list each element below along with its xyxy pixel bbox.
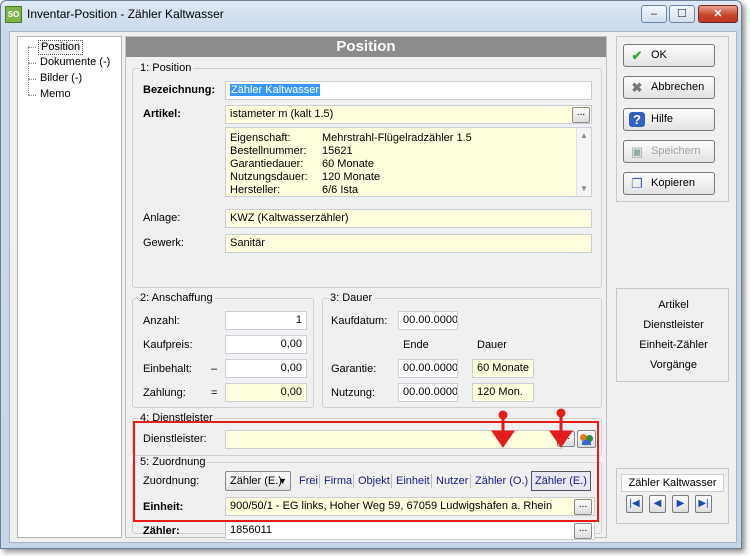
info-value: 15621 <box>322 145 353 157</box>
panel-header: Position <box>126 37 606 57</box>
kaufdatum-label: Kaufdatum: <box>331 315 388 327</box>
anlage-label: Anlage: <box>143 212 181 224</box>
info-key: Nutzungsdauer: <box>230 171 308 183</box>
ende-column-header: Ende <box>403 339 429 351</box>
info-value: Mehrstrahl-Flügelradzähler 1.5 <box>322 132 472 144</box>
gewerk-label: Gewerk: <box>143 237 184 249</box>
copy-icon: ❐ <box>631 176 643 191</box>
info-key: Hersteller: <box>230 184 281 196</box>
next-record-button[interactable]: ▶ <box>672 495 689 513</box>
artikel-field: istameter m (kalt 1.5) <box>225 105 592 124</box>
group-dauer-label: 3: Dauer <box>328 292 375 304</box>
garantie-dauer-field: 60 Monate <box>472 359 534 378</box>
group-anschaffung-label: 2: Anschaffung <box>138 292 215 304</box>
tree-item-position[interactable]: Position <box>38 40 84 55</box>
zaehler-browse-button[interactable]: ... <box>574 523 592 539</box>
cancel-icon: ✖ <box>631 80 643 95</box>
speichern-button[interactable]: ▣ Speichern <box>623 140 715 163</box>
link-einheit-zaehler[interactable]: Einheit-Zähler <box>617 339 730 351</box>
artikel-info-box: Eigenschaft: Mehrstrahl-Flügelradzähler … <box>225 127 592 197</box>
kopieren-button[interactable]: ❐ Kopieren <box>623 172 715 195</box>
tree-connector <box>28 46 29 95</box>
ok-label: OK <box>651 49 667 61</box>
minimize-button[interactable]: – <box>641 5 667 23</box>
anzahl-label: Anzahl: <box>143 315 180 327</box>
artikel-label: Artikel: <box>143 108 181 120</box>
artikel-browse-button[interactable]: ... <box>572 107 590 123</box>
scroll-down-icon[interactable]: ▼ <box>580 184 588 193</box>
zaehler-label: Zähler: <box>143 525 180 537</box>
tree-branch <box>28 47 36 48</box>
app-window: SO Inventar-Position - Zähler Kaltwasser… <box>0 0 742 549</box>
nutzung-label: Nutzung: <box>331 387 376 399</box>
garantie-ende-input[interactable]: 00.00.0000 <box>398 359 458 378</box>
link-artikel[interactable]: Artikel <box>617 299 730 311</box>
window-title: Inventar-Position - Zähler Kaltwasser <box>27 7 224 21</box>
help-icon: ? <box>629 112 645 127</box>
checkmark-icon: ✔ <box>631 48 643 63</box>
info-value: 120 Monate <box>322 171 381 183</box>
tree-item-bilder[interactable]: Bilder (-) <box>38 72 84 85</box>
bezeichnung-selected-text: Zähler Kaltwasser <box>230 84 321 96</box>
link-dienstleister[interactable]: Dienstleister <box>617 319 730 331</box>
bezeichnung-input[interactable]: Zähler Kaltwasser <box>225 81 592 100</box>
app-icon: SO <box>5 6 22 23</box>
tree-item-dokumente[interactable]: Dokumente (-) <box>38 56 112 69</box>
info-value: 60 Monate <box>322 158 374 170</box>
action-panel: ✔ OK ✖ Abbrechen ? Hilfe ▣ Speichern ❐ K… <box>616 36 729 202</box>
record-name-field: Zähler Kaltwasser <box>621 474 724 492</box>
abbrechen-button[interactable]: ✖ Abbrechen <box>623 76 715 99</box>
nutzung-dauer-field: 120 Mon. <box>472 383 534 402</box>
nutzung-ende-input[interactable]: 00.00.0000 <box>398 383 458 402</box>
kaufpreis-input[interactable]: 0,00 <box>225 335 307 354</box>
group-anschaffung: 2: Anschaffung Anzahl: 1 Kaufpreis: 0,00… <box>132 292 314 408</box>
info-key: Garantiedauer: <box>230 158 304 170</box>
einbehalt-operator: – <box>211 363 218 375</box>
maximize-button[interactable]: ☐ <box>669 5 695 23</box>
title-bar[interactable]: SO Inventar-Position - Zähler Kaltwasser… <box>1 1 741 29</box>
group-position-label: 1: Position <box>138 62 194 74</box>
einbehalt-input[interactable]: 0,00 <box>225 359 307 378</box>
link-vorgaenge[interactable]: Vorgänge <box>617 359 730 371</box>
abbrechen-label: Abbrechen <box>651 81 705 93</box>
hilfe-button[interactable]: ? Hilfe <box>623 108 715 131</box>
kaufpreis-label: Kaufpreis: <box>143 339 193 351</box>
last-record-button[interactable]: ▶| <box>695 495 712 513</box>
kaufdatum-input[interactable]: 00.00.0000 <box>398 311 458 330</box>
first-record-button[interactable]: |◀ <box>626 495 643 513</box>
zaehler-input[interactable]: 1856011 <box>225 521 595 540</box>
garantie-label: Garantie: <box>331 363 377 375</box>
dauer-column-header: Dauer <box>477 339 507 351</box>
navigation-tree: Position Dokumente (-) Bilder (-) Memo <box>17 36 122 538</box>
einbehalt-label: Einbehalt: <box>143 363 192 375</box>
speichern-label: Speichern <box>651 145 701 157</box>
save-disk-icon: ▣ <box>630 144 644 159</box>
scroll-up-icon[interactable]: ▲ <box>580 131 588 140</box>
zahlung-operator: = <box>211 387 218 399</box>
anlage-field: KWZ (Kaltwasserzähler) <box>225 209 592 228</box>
highlight-box <box>133 421 599 522</box>
close-button[interactable]: ✕ <box>698 5 738 23</box>
kopieren-label: Kopieren <box>651 177 696 189</box>
tree-branch <box>28 95 36 96</box>
previous-record-button[interactable]: ◀ <box>649 495 666 513</box>
info-scrollbar[interactable]: ▲ ▼ <box>576 128 591 196</box>
links-panel: Artikel Dienstleister Einheit-Zähler Vor… <box>616 288 729 382</box>
gewerk-field: Sanitär <box>225 234 592 253</box>
hilfe-label: Hilfe <box>651 113 674 125</box>
zahlung-field: 0,00 <box>225 383 307 402</box>
ok-button[interactable]: ✔ OK <box>623 44 715 67</box>
info-key: Bestellnummer: <box>230 145 307 157</box>
group-dauer: 3: Dauer Kaufdatum: 00.00.0000 Ende Daue… <box>322 292 602 408</box>
tree-item-memo[interactable]: Memo <box>38 88 73 101</box>
anzahl-input[interactable]: 1 <box>225 311 307 330</box>
info-value: 6/6 Ista <box>322 184 359 196</box>
record-navigator: Zähler Kaltwasser |◀ ◀ ▶ ▶| <box>616 468 729 524</box>
zahlung-label: Zahlung: <box>143 387 186 399</box>
tree-branch <box>28 79 36 80</box>
tree-branch <box>28 63 36 64</box>
group-position: 1: Position Bezeichnung: Zähler Kaltwass… <box>132 62 602 288</box>
bezeichnung-label: Bezeichnung: <box>143 84 216 96</box>
info-key: Eigenschaft: <box>230 132 291 144</box>
